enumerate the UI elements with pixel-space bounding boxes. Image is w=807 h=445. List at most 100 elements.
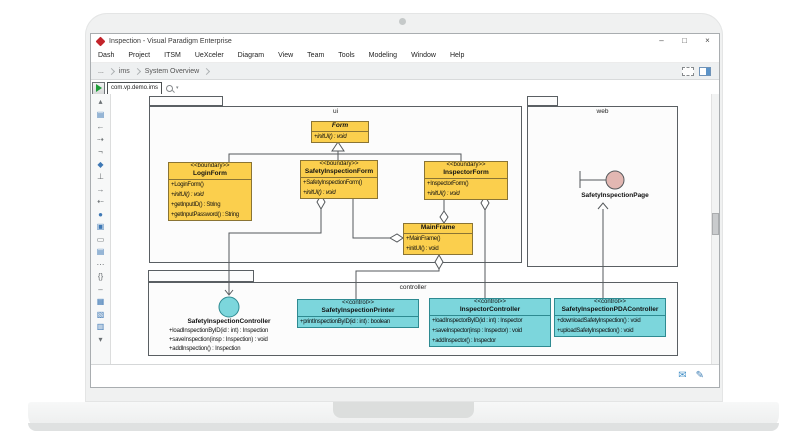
menu-team[interactable]: Team xyxy=(300,52,331,59)
class-name: SafetyInspectionPDAController xyxy=(555,306,665,314)
menu-itsm[interactable]: ITSM xyxy=(157,52,188,59)
aggregation-diamond-icon xyxy=(440,211,448,223)
menu-view[interactable]: View xyxy=(271,52,300,59)
window-controls: – □ × xyxy=(650,34,719,48)
menu-uexceler[interactable]: UeXceler xyxy=(188,52,231,59)
chevron-right-icon xyxy=(134,67,141,74)
diagram-canvas[interactable]: ui web controller SafetyInspectionPage S… xyxy=(111,94,714,366)
minimize-button[interactable]: – xyxy=(650,34,673,48)
menu-modeling[interactable]: Modeling xyxy=(362,52,404,59)
class-member: +saveInspector(insp : Inspector) : void xyxy=(430,326,550,336)
anchor-tool-icon[interactable]: ⊥ xyxy=(94,171,107,182)
menu-diagram[interactable]: Diagram xyxy=(231,52,271,59)
class-mainframe[interactable]: MainFrame +MainFrame()+initUI() : void xyxy=(403,223,473,255)
class-name: InspectorController xyxy=(430,306,550,314)
directed-association-tool-icon[interactable]: → xyxy=(94,184,107,195)
note-tool-icon[interactable]: ▤ xyxy=(94,246,107,257)
class-stereotype: <<boundary>> xyxy=(425,162,507,169)
chart-tool-icon[interactable]: ▧ xyxy=(94,309,107,320)
menu-help[interactable]: Help xyxy=(443,52,471,59)
scroll-down-icon[interactable]: ▾ xyxy=(94,334,107,345)
class-stereotype: <<control>> xyxy=(298,300,418,307)
line-tool-icon[interactable]: ¬ xyxy=(94,146,107,157)
visual-paradigm-logo-icon xyxy=(96,36,106,46)
class-safetyinspectionpdacontroller[interactable]: <<control>>SafetyInspectionPDAController… xyxy=(554,298,666,337)
run-target-field[interactable]: com.vp.demo.ims xyxy=(107,82,162,95)
controller-operation: +saveInspection(insp : Inspection) : voi… xyxy=(169,337,268,343)
breadcrumb-item-2[interactable]: System Overview xyxy=(143,68,201,75)
class-member: +printInspectionByID(id : int) : boolean xyxy=(298,317,418,327)
maximize-button[interactable]: □ xyxy=(673,34,696,48)
tool-palette: ▴▤←⇢¬◆⊥→⇠●▣▭▤⋯{}‒▦▧▥▾ xyxy=(91,94,111,364)
class-member: +SafetyInspectionForm() xyxy=(301,178,377,188)
safetyinspectionpage-label[interactable]: SafetyInspectionPage xyxy=(551,192,679,199)
class-tool-icon[interactable]: ▤ xyxy=(94,109,107,120)
class-safetyinspectionprinter[interactable]: <<control>>SafetyInspectionPrinter +print… xyxy=(297,299,419,328)
search-icon[interactable] xyxy=(166,85,173,92)
ellipsis-icon[interactable]: ⋯ xyxy=(94,259,107,270)
run-button[interactable] xyxy=(92,82,105,95)
class-member: +getInputID() : String xyxy=(169,200,251,210)
breadcrumb-item-0[interactable]: ... xyxy=(96,68,106,75)
dependency-tool-icon[interactable]: ⇢ xyxy=(94,134,107,145)
chevron-right-icon xyxy=(108,67,115,74)
class-name: InspectorForm xyxy=(425,169,507,177)
class-stereotype: <<boundary>> xyxy=(301,161,377,168)
class-member: +downloadSafetyInspection() : void xyxy=(555,316,665,326)
close-button[interactable]: × xyxy=(696,34,719,48)
class-safetyinspectionform[interactable]: <<boundary>>SafetyInspectionForm+SafetyI… xyxy=(300,160,378,199)
realization-tool-icon[interactable]: ⇠ xyxy=(94,196,107,207)
class-name: SafetyInspectionPrinter xyxy=(298,307,418,315)
class-member: +getInputPassword() : String xyxy=(169,210,251,220)
diagram-navigator-icon[interactable] xyxy=(699,67,711,76)
class-member: +initUI() : void xyxy=(404,244,472,254)
constraint-tool-icon[interactable]: {} xyxy=(94,271,107,282)
menu-tools[interactable]: Tools xyxy=(331,52,361,59)
frame-selection-icon[interactable] xyxy=(682,67,694,76)
class-member: +InspectorForm() xyxy=(425,179,507,189)
window-title: Inspection - Visual Paradigm Enterprise xyxy=(109,38,232,45)
note-icon[interactable]: ✎ xyxy=(696,371,704,381)
class-member: +initUI() : void xyxy=(301,188,377,198)
class-form[interactable]: Form +initUI() : void xyxy=(311,121,369,143)
class-member: +initUI() : void xyxy=(425,189,507,199)
subdiagram-folder-icon[interactable]: ▦ xyxy=(94,296,107,307)
boundary-circle-safetyinspectionpage[interactable] xyxy=(606,171,624,189)
app-window: Inspection - Visual Paradigm Enterprise … xyxy=(90,33,720,388)
class-member: +LoginForm() xyxy=(169,180,251,190)
usecase-tool-icon[interactable]: ● xyxy=(94,209,107,220)
laptop-base-notch xyxy=(333,402,474,418)
class-member: +initUI() : void xyxy=(169,190,251,200)
class-stereotype: <<control>> xyxy=(430,299,550,306)
matrix-tool-icon[interactable]: ▥ xyxy=(94,321,107,332)
control-circle-safetyinspectioncontroller[interactable] xyxy=(219,297,239,317)
frame-tool-icon[interactable]: ▭ xyxy=(94,234,107,245)
breadcrumb: ... ims System Overview xyxy=(91,63,719,80)
menu-window[interactable]: Window xyxy=(404,52,443,59)
breadcrumb-item-1[interactable]: ims xyxy=(117,68,132,75)
class-name: Form xyxy=(312,122,368,130)
class-member: +loadInspectorByID(id : int) : Inspector xyxy=(430,316,550,326)
class-member: +initUI() : void xyxy=(312,132,368,142)
class-loginform[interactable]: <<boundary>>LoginForm+LoginForm()+initUI… xyxy=(168,162,252,221)
aggregation-diamond-icon xyxy=(435,255,443,269)
webcam-icon xyxy=(399,18,406,25)
laptop-base-edge xyxy=(28,423,779,431)
link-tool-icon[interactable]: ‒ xyxy=(94,284,107,295)
status-bar: ✉ ✎ xyxy=(91,364,719,387)
menu-project[interactable]: Project xyxy=(121,52,157,59)
mail-icon[interactable]: ✉ xyxy=(678,371,686,381)
scroll-up-icon[interactable]: ▴ xyxy=(94,96,107,107)
class-member: +MainFrame() xyxy=(404,234,472,244)
composition-tool-icon[interactable]: ◆ xyxy=(94,159,107,170)
class-inspectorcontroller[interactable]: <<control>>InspectorController +loadInspe… xyxy=(429,298,551,347)
menu-bar: DashProjectITSMUeXcelerDiagramViewTeamTo… xyxy=(91,48,719,63)
class-inspectorform[interactable]: <<boundary>>InspectorForm +InspectorForm(… xyxy=(424,161,508,200)
safetyinspectioncontroller-label[interactable]: SafetyInspectionController xyxy=(159,318,299,325)
association-tool-icon[interactable]: ← xyxy=(94,121,107,132)
class-member: +uploadSafetyInspection() : void xyxy=(555,326,665,336)
package-tool-icon[interactable]: ▣ xyxy=(94,221,107,232)
class-name: MainFrame xyxy=(404,224,472,232)
chevron-down-icon: ▾ xyxy=(176,85,179,91)
menu-dash[interactable]: Dash xyxy=(91,52,121,59)
